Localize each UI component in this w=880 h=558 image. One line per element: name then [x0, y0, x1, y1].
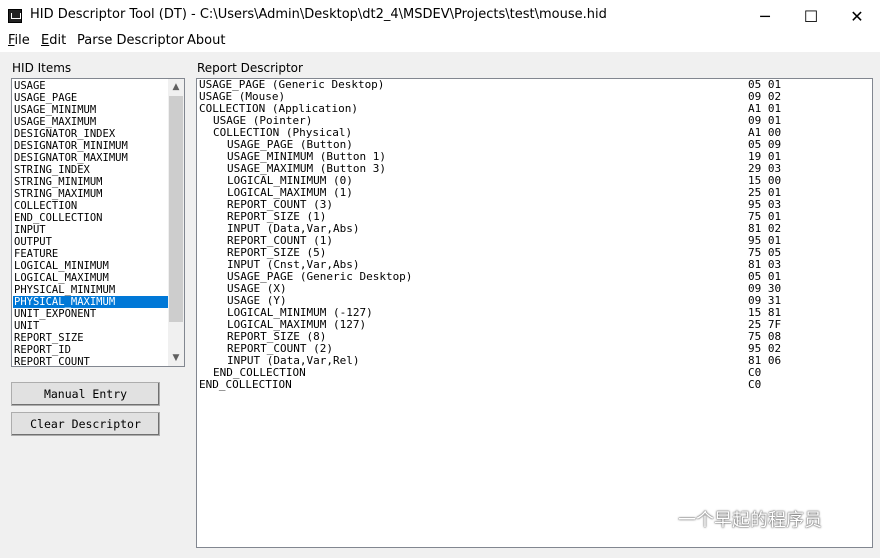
descriptor-hex: C0	[748, 378, 762, 391]
hid-item-report-count[interactable]: REPORT_COUNT	[13, 356, 169, 366]
hid-item-unit[interactable]: UNIT	[13, 320, 169, 332]
descriptor-item: END_COLLECTION	[199, 378, 292, 391]
hid-item-string-minimum[interactable]: STRING_MINIMUM	[13, 176, 169, 188]
hid-item-unit-exponent[interactable]: UNIT_EXPONENT	[13, 308, 169, 320]
window-title: HID Descriptor Tool (DT) - C:\Users\Admi…	[30, 7, 607, 22]
report-descriptor-panel[interactable]: USAGE_PAGE (Generic Desktop) 05 01 USAGE (…	[196, 78, 873, 548]
menu-parse-descriptor[interactable]: Parse Descriptor	[77, 33, 184, 48]
maximize-button[interactable]: ☐	[788, 0, 834, 32]
descriptor-line[interactable]: END_COLLECTION C0	[199, 379, 869, 391]
hid-item-usage-page[interactable]: USAGE_PAGE	[13, 92, 169, 104]
wechat-logo-icon	[640, 508, 670, 530]
hid-items-label: HID Items	[12, 61, 72, 75]
menu-about[interactable]: About	[187, 33, 225, 48]
app-icon[interactable]	[8, 9, 22, 23]
report-descriptor-label: Report Descriptor	[197, 61, 303, 75]
hid-items-entries: USAGE USAGE_PAGE USAGE_MINIMUM USAGE_MAXIMU…	[13, 80, 169, 366]
title-bar: HID Descriptor Tool (DT) - C:\Users\Admi…	[0, 0, 880, 32]
scroll-up-icon[interactable]: ▲	[168, 79, 184, 95]
hid-item-designator-minimum[interactable]: DESIGNATOR_MINIMUM	[13, 140, 169, 152]
hid-item-logical-maximum[interactable]: LOGICAL_MAXIMUM	[13, 272, 169, 284]
hid-item-usage[interactable]: USAGE	[13, 80, 169, 92]
close-button[interactable]: ✕	[834, 0, 880, 32]
hid-item-report-size[interactable]: REPORT_SIZE	[13, 332, 169, 344]
close-icon: ✕	[850, 6, 864, 26]
hid-item-designator-index[interactable]: DESIGNATOR_INDEX	[13, 128, 169, 140]
hid-item-input[interactable]: INPUT	[13, 224, 169, 236]
watermark-text: 一个早起的程序员	[678, 510, 822, 531]
hid-item-output[interactable]: OUTPUT	[13, 236, 169, 248]
hid-item-collection[interactable]: COLLECTION	[13, 200, 169, 212]
hid-items-scrollbar[interactable]: ▲ ▼	[168, 79, 184, 366]
hid-item-feature[interactable]: FEATURE	[13, 248, 169, 260]
maximize-icon: ☐	[803, 6, 819, 26]
descriptor-line[interactable]: END_COLLECTION C0	[199, 367, 869, 379]
manual-entry-button[interactable]: Manual Entry	[11, 382, 160, 406]
hid-item-end-collection[interactable]: END_COLLECTION	[13, 212, 169, 224]
minimize-button[interactable]: ─	[742, 0, 788, 32]
hid-item-report-id[interactable]: REPORT_ID	[13, 344, 169, 356]
hid-item-string-maximum[interactable]: STRING_MAXIMUM	[13, 188, 169, 200]
watermark: 一个早起的程序员	[640, 507, 822, 531]
hid-item-physical-maximum[interactable]: PHYSICAL_MAXIMUM	[13, 296, 169, 308]
hid-items-list[interactable]: USAGE USAGE_PAGE USAGE_MINIMUM USAGE_MAXIMU…	[11, 78, 185, 367]
hid-item-string-index[interactable]: STRING_INDEX	[13, 164, 169, 176]
hid-item-logical-minimum[interactable]: LOGICAL_MINIMUM	[13, 260, 169, 272]
hid-item-physical-minimum[interactable]: PHYSICAL_MINIMUM	[13, 284, 169, 296]
menu-bar: File Edit Parse Descriptor About	[0, 32, 880, 52]
clear-descriptor-button[interactable]: Clear Descriptor	[11, 412, 160, 436]
scroll-thumb[interactable]	[169, 96, 183, 322]
minimize-icon: ─	[760, 6, 770, 26]
menu-file[interactable]: File	[8, 33, 30, 48]
scroll-down-icon[interactable]: ▼	[168, 350, 184, 366]
hid-item-designator-maximum[interactable]: DESIGNATOR_MAXIMUM	[13, 152, 169, 164]
menu-edit[interactable]: Edit	[41, 33, 66, 48]
hid-item-usage-maximum[interactable]: USAGE_MAXIMUM	[13, 116, 169, 128]
hid-item-usage-minimum[interactable]: USAGE_MINIMUM	[13, 104, 169, 116]
